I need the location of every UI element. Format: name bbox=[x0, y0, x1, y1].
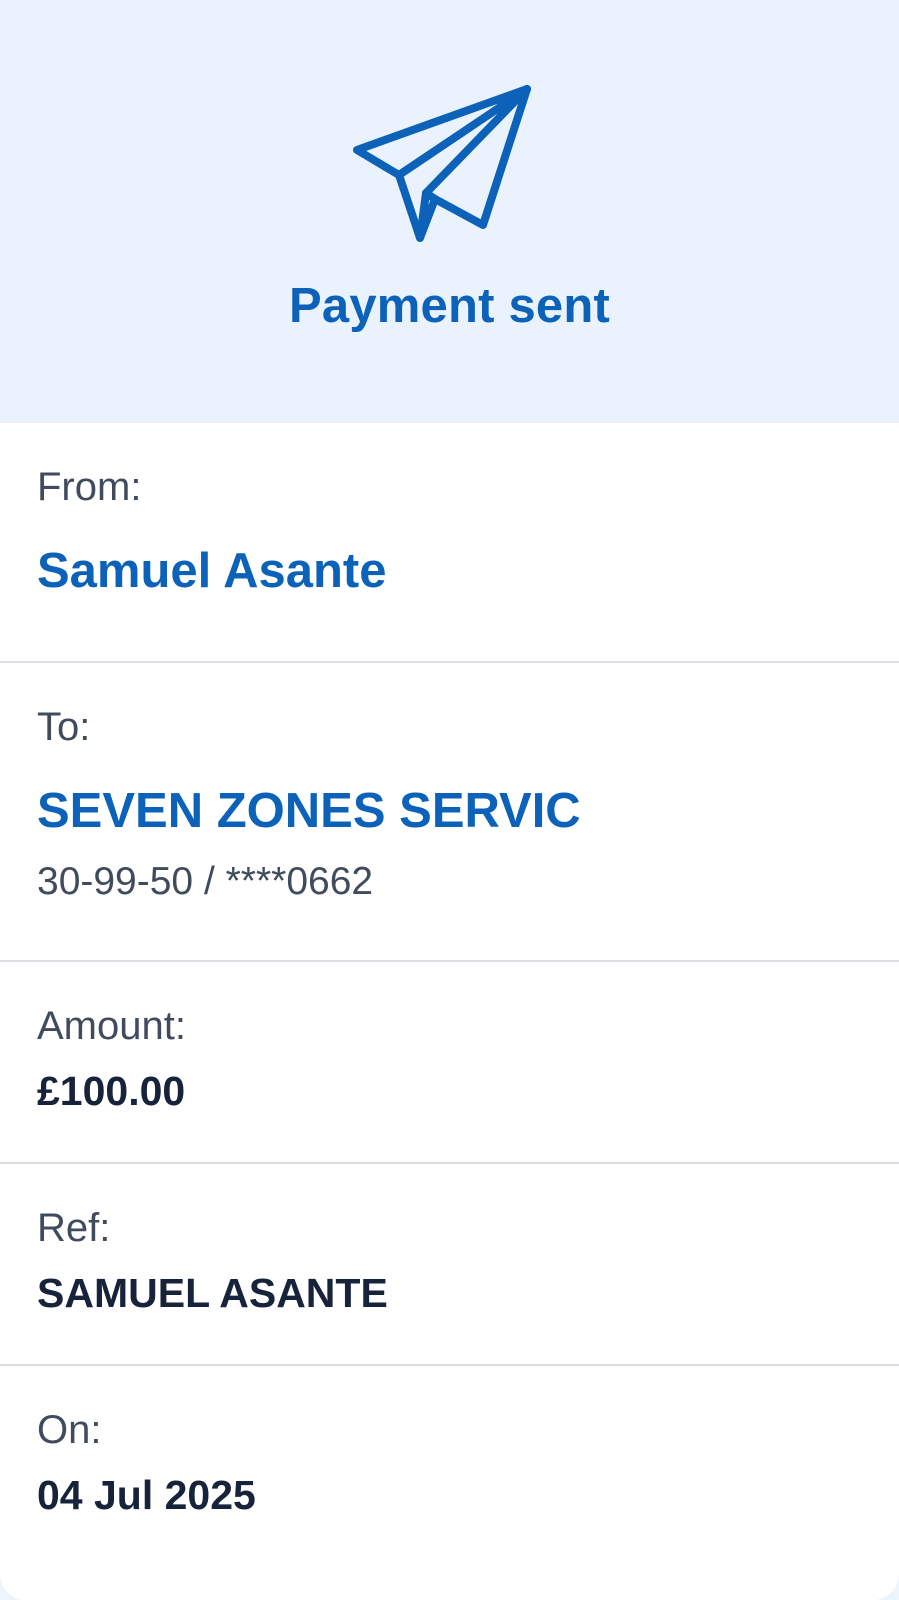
date-label: On: bbox=[37, 1408, 102, 1452]
to-section: To: SEVEN ZONES SERVIC 30-99-50 / ****06… bbox=[0, 663, 899, 962]
payment-confirmation-screen: Payment sent From: Samuel Asante To: SEV… bbox=[0, 0, 899, 1600]
date-value: 04 Jul 2025 bbox=[37, 1472, 256, 1518]
amount-label: Amount: bbox=[37, 1004, 186, 1048]
amount-value: £100.00 bbox=[37, 1068, 186, 1114]
confirmation-header: Payment sent bbox=[0, 0, 899, 423]
payee-account: 30-99-50 / ****0662 bbox=[37, 860, 374, 903]
from-name: Samuel Asante bbox=[37, 544, 387, 598]
from-label: From: bbox=[37, 465, 142, 509]
reference-section: Ref: SAMUEL ASANTE bbox=[0, 1164, 899, 1366]
page-title: Payment sent bbox=[288, 279, 611, 333]
from-section: From: Samuel Asante bbox=[0, 423, 899, 663]
payment-details-card: From: Samuel Asante To: SEVEN ZONES SERV… bbox=[0, 423, 899, 1600]
date-section: On: 04 Jul 2025 bbox=[0, 1366, 899, 1600]
ref-value: SAMUEL ASANTE bbox=[37, 1270, 388, 1316]
paper-plane-icon bbox=[353, 85, 531, 242]
to-label: To: bbox=[37, 705, 91, 749]
ref-label: Ref: bbox=[37, 1206, 111, 1250]
payee-name: SEVEN ZONES SERVIC bbox=[37, 784, 581, 838]
amount-section: Amount: £100.00 bbox=[0, 962, 899, 1164]
